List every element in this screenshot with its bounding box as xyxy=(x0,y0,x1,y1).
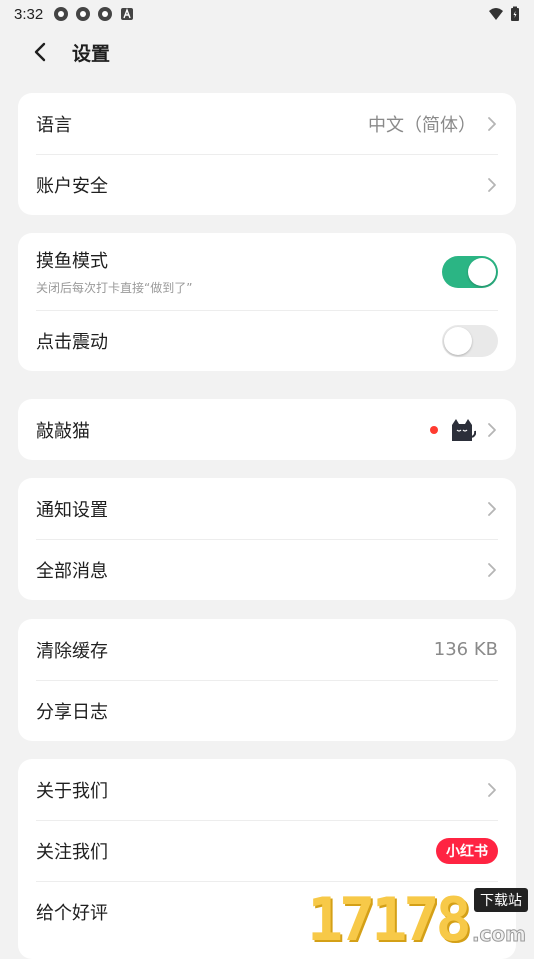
page-title: 设置 xyxy=(72,39,110,66)
wifi-icon xyxy=(488,6,504,22)
slack-mode-row: 摸鱼模式 关闭后每次打卡直接“做到了” xyxy=(18,233,516,310)
share-log-row[interactable]: 分享日志 xyxy=(18,680,516,741)
notification-card: 通知设置 全部消息 xyxy=(18,478,516,600)
chevron-right-icon xyxy=(486,116,498,132)
watermark-tag: 下载站 xyxy=(474,888,528,912)
about-us-row[interactable]: 关于我们 xyxy=(18,759,516,820)
cat-card: 敲敲猫 xyxy=(18,399,516,460)
xiaohongshu-badge[interactable]: 小红书 xyxy=(436,838,498,864)
knock-cat-label: 敲敲猫 xyxy=(36,417,90,443)
follow-us-label: 关注我们 xyxy=(36,838,108,864)
clear-cache-label: 清除缓存 xyxy=(36,637,108,663)
new-indicator-dot xyxy=(430,426,438,434)
app-bar: 设置 xyxy=(0,28,534,76)
notification-settings-label: 通知设置 xyxy=(36,496,108,522)
chevron-right-icon xyxy=(486,782,498,798)
mode-settings-card: 摸鱼模式 关闭后每次打卡直接“做到了” 点击震动 xyxy=(18,233,516,371)
watermark-number: 17178 xyxy=(307,890,468,950)
account-security-label: 账户安全 xyxy=(36,172,108,198)
click-vibration-toggle[interactable] xyxy=(442,325,498,357)
a-box-icon xyxy=(119,6,135,22)
status-left-icons xyxy=(53,6,135,22)
notification-settings-row[interactable]: 通知设置 xyxy=(18,478,516,539)
storage-card: 清除缓存 136 KB 分享日志 xyxy=(18,619,516,741)
click-vibration-row: 点击震动 xyxy=(18,310,516,371)
chevron-right-icon xyxy=(486,562,498,578)
app-notification-icon xyxy=(97,6,113,22)
slack-mode-description: 关闭后每次打卡直接“做到了” xyxy=(36,279,192,296)
app-notification-icon xyxy=(75,6,91,22)
account-security-row[interactable]: 账户安全 xyxy=(18,154,516,215)
all-messages-label: 全部消息 xyxy=(36,557,108,583)
back-button[interactable] xyxy=(20,32,60,72)
cache-size-value: 136 KB xyxy=(434,639,498,660)
status-right-icons xyxy=(488,6,520,22)
knock-cat-row[interactable]: 敲敲猫 xyxy=(18,399,516,460)
all-messages-row[interactable]: 全部消息 xyxy=(18,539,516,600)
follow-us-row[interactable]: 关注我们 小红书 xyxy=(18,820,516,881)
language-label: 语言 xyxy=(36,111,72,137)
language-row[interactable]: 语言 中文（简体） xyxy=(18,93,516,154)
chevron-right-icon xyxy=(486,422,498,438)
about-us-label: 关于我们 xyxy=(36,777,108,803)
toggle-knob xyxy=(444,327,472,355)
clear-cache-row[interactable]: 清除缓存 136 KB xyxy=(18,619,516,680)
rate-us-label: 给个好评 xyxy=(36,899,108,925)
chevron-right-icon xyxy=(486,501,498,517)
cat-icon xyxy=(448,417,476,443)
toggle-knob xyxy=(468,258,496,286)
site-watermark: 17178 下载站 .com xyxy=(307,886,532,950)
status-bar: 3:32 xyxy=(0,0,534,28)
language-value: 中文（简体） xyxy=(368,111,476,137)
click-vibration-label: 点击震动 xyxy=(36,328,108,354)
battery-icon xyxy=(510,6,520,22)
share-log-label: 分享日志 xyxy=(36,698,108,724)
chevron-left-icon xyxy=(33,42,47,62)
app-notification-icon xyxy=(53,6,69,22)
status-time: 3:32 xyxy=(14,6,43,23)
slack-mode-toggle[interactable] xyxy=(442,256,498,288)
watermark-suffix: .com xyxy=(472,922,526,946)
slack-mode-label: 摸鱼模式 xyxy=(36,247,192,273)
general-settings-card: 语言 中文（简体） 账户安全 xyxy=(18,93,516,215)
chevron-right-icon xyxy=(486,177,498,193)
